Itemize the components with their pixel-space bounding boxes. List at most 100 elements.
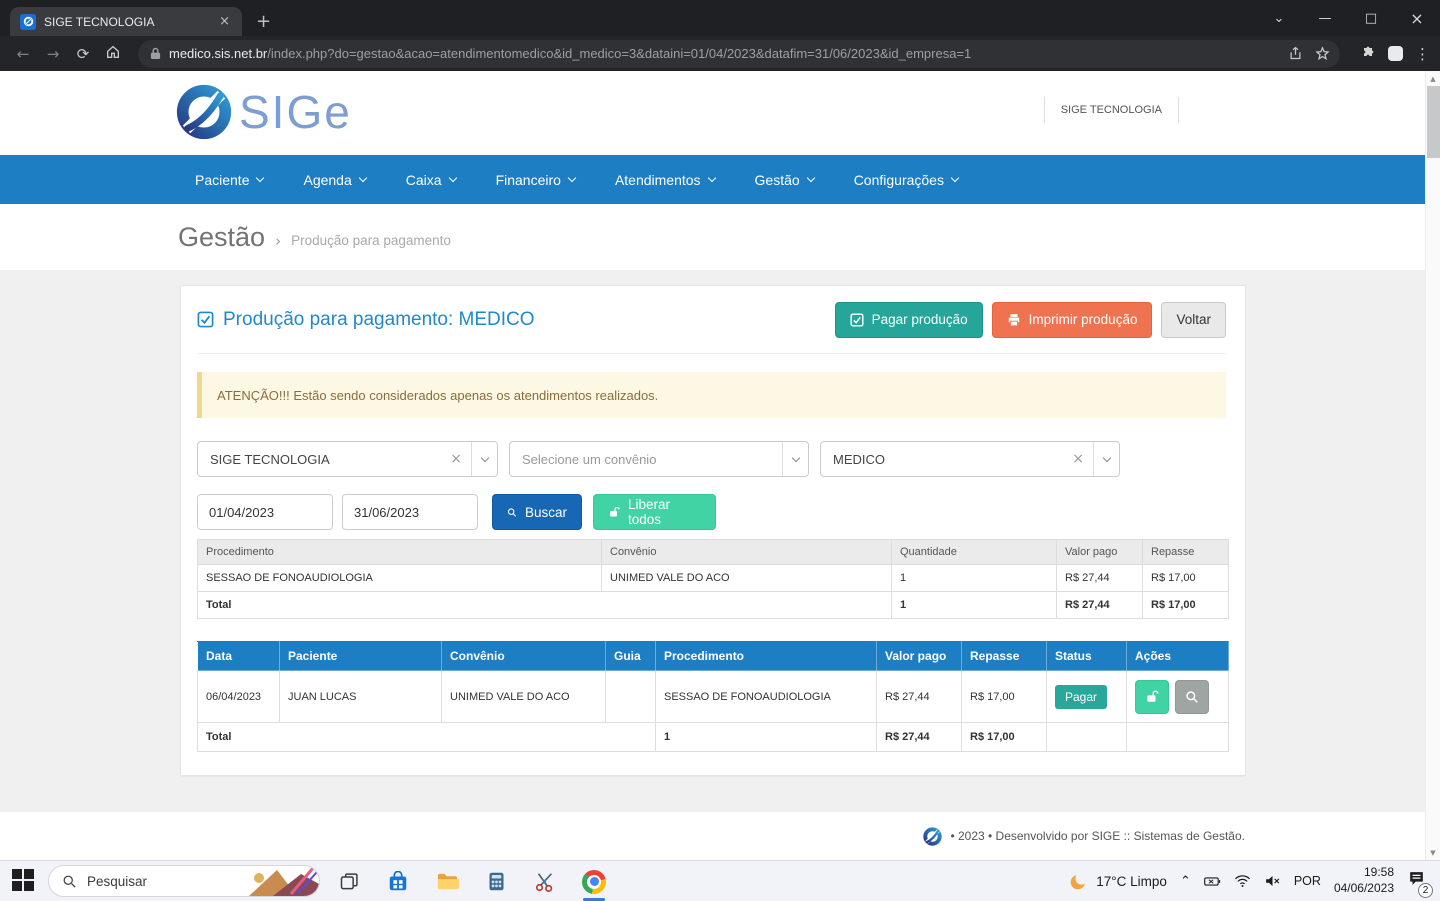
task-view-icon[interactable] <box>336 869 362 895</box>
search-highlight-image[interactable] <box>239 866 319 896</box>
language-indicator[interactable]: POR <box>1294 874 1321 888</box>
chevron-down-icon <box>256 174 264 182</box>
nav-item-caixa[interactable]: Caixa <box>406 172 456 188</box>
company-select[interactable]: SIGE TECNOLOGIA × <box>197 441 498 477</box>
notification-center[interactable]: 2 <box>1407 869 1426 893</box>
home-icon[interactable] <box>100 44 126 64</box>
start-button[interactable] <box>12 869 36 893</box>
warning-alert: ATENÇÃO!!! Estão sendo considerados apen… <box>197 372 1226 418</box>
detail-table: Data Paciente Convênio Guia Procedimento… <box>197 641 1229 752</box>
weather-text: 17°C Limpo <box>1096 874 1167 889</box>
summary-row: SESSAO DE FONOAUDIOLOGIA UNIMED VALE DO … <box>198 565 1229 592</box>
chevron-down-icon <box>448 174 456 182</box>
check-square-icon <box>850 313 864 327</box>
tab-search-icon[interactable]: ⌄ <box>1256 0 1302 36</box>
reload-icon[interactable]: ⟳ <box>70 45 96 63</box>
panel-title: Produção para pagamento: MEDICO <box>197 309 535 331</box>
pagar-status-badge[interactable]: Pagar <box>1055 685 1107 709</box>
professional-select[interactable]: MEDICO × <box>820 441 1120 477</box>
new-tab-button[interactable]: + <box>256 11 271 32</box>
date-start-input[interactable] <box>197 494 333 530</box>
scroll-up-icon[interactable]: ▲ <box>1426 71 1440 86</box>
close-window-button[interactable]: × <box>1394 0 1440 36</box>
volume-muted-icon[interactable] <box>1264 874 1281 888</box>
breadcrumb-page: Produção para pagamento <box>291 233 451 248</box>
col-repasse: Repasse <box>1143 540 1229 565</box>
col-convenio: Convênio <box>442 642 606 671</box>
nav-item-paciente[interactable]: Paciente <box>195 172 263 188</box>
imprimir-producao-button[interactable]: Imprimir produção <box>992 302 1153 338</box>
liberar-todos-button[interactable]: Liberar todos <box>593 494 716 530</box>
back-icon[interactable]: ← <box>10 45 36 63</box>
col-data: Data <box>198 642 280 671</box>
clock-time: 19:58 <box>1334 865 1394 881</box>
active-app-indicator <box>583 898 605 901</box>
browser-menu-icon[interactable]: ⋮ <box>1415 45 1430 63</box>
browser-tab[interactable]: SIGE TECNOLOGIA × <box>10 7 242 36</box>
search-placeholder: Pesquisar <box>87 874 147 889</box>
weather-widget[interactable]: 17°C Limpo <box>1069 872 1167 891</box>
nav-item-gestao[interactable]: Gestão <box>755 172 814 188</box>
snipping-tool-icon[interactable] <box>532 869 558 895</box>
convenio-select[interactable]: Selecione um convênio <box>509 441 809 477</box>
scrollbar-thumb[interactable] <box>1427 86 1440 158</box>
date-end-input[interactable] <box>342 494 478 530</box>
minimize-button[interactable]: — <box>1302 0 1348 36</box>
nav-item-financeiro[interactable]: Financeiro <box>496 172 575 188</box>
summary-table: Procedimento Convênio Quantidade Valor p… <box>197 539 1229 619</box>
page-viewport: SIGe SIGE TECNOLOGIA Paciente Agenda Cai… <box>0 71 1440 860</box>
file-explorer-icon[interactable] <box>434 869 460 895</box>
search-icon <box>1185 690 1199 704</box>
forward-icon[interactable]: → <box>40 45 66 63</box>
col-guia: Guia <box>606 642 656 671</box>
hidden-icons-caret[interactable]: ⌃ <box>1180 874 1191 889</box>
browser-tabstrip: SIGE TECNOLOGIA × + ⌄ — □ × <box>0 0 1440 36</box>
col-quantidade: Quantidade <box>892 540 1057 565</box>
clear-icon[interactable]: × <box>1063 451 1093 467</box>
pagar-producao-button[interactable]: Pagar produção <box>835 302 983 338</box>
extensions-puzzle-icon[interactable] <box>1360 46 1376 62</box>
tab-title: SIGE TECNOLOGIA <box>44 15 215 29</box>
notification-count-badge: 2 <box>1418 883 1433 898</box>
unlock-icon <box>1145 689 1159 704</box>
voltar-button[interactable]: Voltar <box>1161 302 1226 338</box>
unlock-action-button[interactable] <box>1135 680 1169 714</box>
share-icon[interactable] <box>1288 46 1303 61</box>
search-icon <box>62 874 77 889</box>
clock[interactable]: 19:58 04/06/2023 <box>1334 865 1394 896</box>
col-valor-pago: Valor pago <box>1057 540 1143 565</box>
bookmark-star-icon[interactable] <box>1315 46 1330 61</box>
chevron-down-icon <box>806 174 814 182</box>
calculator-icon[interactable] <box>483 869 509 895</box>
scrollbar[interactable]: ▲ ▼ <box>1425 71 1440 860</box>
footer-text: • 2023 • Desenvolvido por SIGE :: Sistem… <box>950 829 1245 843</box>
panel-header: Produção para pagamento: MEDICO Pagar pr… <box>197 286 1226 354</box>
taskbar: Pesquisar <box>0 860 1440 901</box>
col-paciente: Paciente <box>280 642 442 671</box>
microsoft-store-icon[interactable] <box>385 869 411 895</box>
production-panel: Produção para pagamento: MEDICO Pagar pr… <box>180 285 1246 776</box>
clear-icon[interactable]: × <box>441 451 471 467</box>
url-bar[interactable]: medico.sis.net.br/index.php?do=gestao&ac… <box>138 40 1340 68</box>
col-procedimento: Procedimento <box>656 642 877 671</box>
scroll-down-icon[interactable]: ▼ <box>1426 845 1440 860</box>
site-favicon <box>20 14 36 30</box>
nav-item-agenda[interactable]: Agenda <box>303 172 365 188</box>
printer-icon <box>1007 313 1021 327</box>
buscar-button[interactable]: Buscar <box>492 494 582 530</box>
taskbar-search[interactable]: Pesquisar <box>48 865 320 897</box>
breadcrumb-separator: › <box>275 232 281 250</box>
col-valor-pago: Valor pago <box>877 642 962 671</box>
profile-avatar[interactable] <box>1388 46 1403 61</box>
view-action-button[interactable] <box>1175 680 1209 714</box>
wifi-icon[interactable] <box>1234 874 1251 888</box>
sige-logo[interactable]: SIGe <box>173 81 352 143</box>
nav-item-atendimentos[interactable]: Atendimentos <box>615 172 715 188</box>
date-filter-row: Buscar Liberar todos <box>197 494 716 530</box>
battery-icon[interactable] <box>1204 875 1221 888</box>
maximize-button[interactable]: □ <box>1348 0 1394 36</box>
tab-close-icon[interactable]: × <box>215 14 234 29</box>
window-controls: ⌄ — □ × <box>1256 0 1440 36</box>
chrome-icon[interactable] <box>581 869 607 895</box>
nav-item-configuracoes[interactable]: Configurações <box>854 172 958 188</box>
